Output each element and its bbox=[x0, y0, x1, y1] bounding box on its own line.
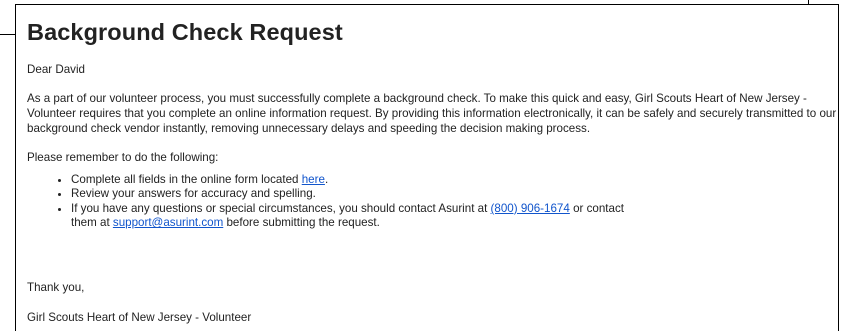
task-item-complete-form-suffix: . bbox=[324, 173, 329, 186]
asurint-phone-link[interactable]: (800) 906-1674 bbox=[491, 202, 570, 215]
task-item-contact-text: If you have any questions or special cir… bbox=[71, 201, 491, 215]
task-item-contact-suffix: before submitting the request. bbox=[223, 216, 380, 230]
online-form-link[interactable]: here bbox=[302, 173, 325, 186]
email-intro-paragraph: As a part of our volunteer process, you … bbox=[27, 92, 837, 135]
email-reminder: Please remember to do the following: bbox=[27, 151, 219, 164]
task-item-contact-asurint: If you have any questions or special cir… bbox=[71, 201, 838, 231]
email-frame: Background Check Request Dear David As a… bbox=[15, 4, 839, 331]
email-signature: Girl Scouts Heart of New Jersey - Volunt… bbox=[27, 311, 252, 324]
task-list: Complete all fields in the online form l… bbox=[27, 173, 838, 231]
email-greeting: Dear David bbox=[27, 63, 85, 76]
task-item-review-answers: Review your answers for accuracy and spe… bbox=[71, 187, 838, 201]
task-item-complete-form: Complete all fields in the online form l… bbox=[71, 173, 838, 187]
email-closing: Thank you, bbox=[27, 281, 85, 294]
email-title: Background Check Request bbox=[27, 19, 343, 45]
asurint-support-email-link[interactable]: support@asurint.com bbox=[113, 216, 223, 229]
frame-left-connector-line bbox=[0, 34, 16, 35]
task-item-complete-form-text: Complete all fields in the online form l… bbox=[71, 173, 302, 186]
